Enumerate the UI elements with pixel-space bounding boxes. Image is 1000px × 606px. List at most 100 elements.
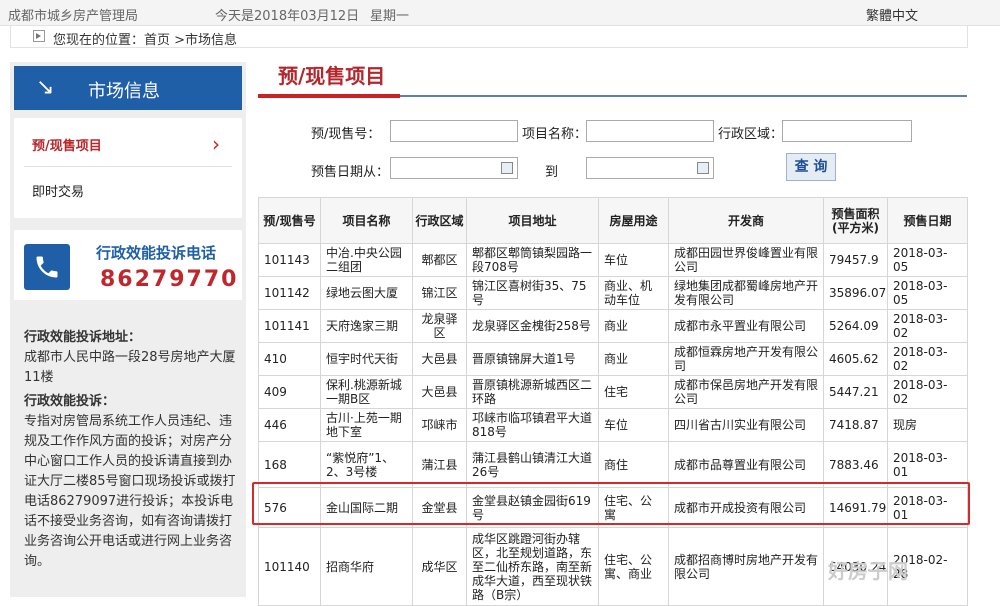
table-cell: 大邑县 — [412, 375, 467, 409]
sidebar: ↘ 市场信息 预/现售项目 › 即时交易 行政效能投诉电话 86279770 行… — [10, 62, 246, 597]
table-cell[interactable]: 古川·上苑一期地下室 — [320, 408, 413, 442]
table-cell: 4605.62 — [823, 342, 888, 376]
table-cell: 2018-03-02 — [887, 342, 968, 376]
table-cell: 商住 — [598, 441, 669, 488]
table-cell: 2018-03-01 — [887, 441, 968, 488]
table-cell: 车位 — [598, 243, 669, 277]
table-cell: 2018-03-05 — [887, 276, 968, 310]
table-cell: 锦江区喜树街35、75号 — [466, 276, 599, 310]
table-cell: 成都田园世界俊峰置业有限公司 — [668, 243, 824, 277]
table-row[interactable]: 446 古川·上苑一期地下室 邛崃市 邛崃市临邛镇君平大道818号 车位 四川省古川实业有… — [258, 408, 968, 442]
table-cell: 成都市保邑房地产开发有限公司 — [668, 375, 824, 409]
highlight-box — [252, 482, 970, 525]
table-cell: 101140 — [258, 527, 321, 606]
sidebar-menu: 预/现售项目 › 即时交易 — [14, 118, 242, 218]
table-cell: 四川省古川实业有限公司 — [668, 408, 824, 442]
complaint-heading: 行政效能投诉： — [24, 394, 116, 409]
column-header: 预/现售号 — [258, 197, 321, 244]
table-cell: 成都恒霖房地产开发有限公司 — [668, 342, 824, 376]
table-cell[interactable]: “紫悦府”1、2、3号楼 — [320, 441, 413, 488]
table-cell[interactable]: 招商华府 — [320, 527, 413, 606]
table-row[interactable]: 409 保利.桃源新城一期B区 大邑县 晋原镇桃源新城西区二环路 住宅 成都市保邑房地产开… — [258, 375, 968, 409]
breadcrumb-text: 您现在的位置：首页 >市场信息 — [53, 33, 238, 48]
table-cell: 邛崃市 — [412, 408, 467, 442]
current-weekday: 星期一 — [370, 9, 410, 24]
column-header: 预售日期 — [887, 197, 968, 244]
table-row[interactable]: 410 恒宇时代天街 大邑县 晋原镇锦屏大道1号 商业 成都恒霖房地产开发有限公司 4605… — [258, 342, 968, 376]
date-to-label: 到 — [545, 165, 559, 180]
date-to-input[interactable] — [586, 157, 714, 179]
sidebar-item-label: 即时交易 — [32, 185, 85, 200]
table-row[interactable]: 101143 中冶.中央公园二组团 郫都区 郫都区郫筒镇梨园路一段708号 车位 成都田园… — [258, 243, 968, 277]
table-row[interactable]: 168 “紫悦府”1、2、3号楼 蒲江县 蒲江县鹤山镇清江大道26号 商住 成都市品尊置业… — [258, 441, 968, 488]
sidebar-header: ↘ 市场信息 — [14, 66, 242, 110]
table-row[interactable]: 101141 天府逸家三期 龙泉驿区 龙泉驿区金槐街258号 商业 成都市永平置业有限公司… — [258, 309, 968, 343]
table-cell: 晋原镇锦屏大道1号 — [466, 342, 599, 376]
table-cell: 锦江区 — [412, 276, 467, 310]
table-cell[interactable]: 天府逸家三期 — [320, 309, 413, 343]
table-cell[interactable]: 绿地云图大厦 — [320, 276, 413, 310]
calendar-icon[interactable] — [501, 162, 513, 174]
calendar-icon[interactable] — [697, 162, 709, 174]
table-cell: 2018-03-02 — [887, 309, 968, 343]
district-input[interactable] — [782, 120, 912, 142]
presale-table: 预/现售号 项目名称 行政区域 项目地址 房屋用途 开发商 预售面积(平方米) … — [258, 197, 968, 606]
phone-title: 行政效能投诉电话 — [96, 244, 217, 262]
current-date: 今天是2018年03月12日 — [215, 9, 360, 24]
table-cell: 车位 — [598, 408, 669, 442]
address-heading: 行政效能投诉地址： — [24, 330, 142, 345]
table-cell: 168 — [258, 441, 321, 488]
column-header: 开发商 — [668, 197, 824, 244]
table-cell: 79457.9 — [823, 243, 888, 277]
district-label: 行政区域： — [718, 127, 784, 142]
phone-icon — [24, 244, 70, 290]
menu-divider — [24, 166, 232, 167]
site-name: 成都市城乡房产管理局 — [8, 9, 139, 24]
date-from-label: 预售日期从： — [311, 165, 390, 180]
table-cell: 住宅、公寓、商业 — [598, 527, 669, 606]
table-cell: 住宅 — [598, 375, 669, 409]
table-cell: 成都市永平置业有限公司 — [668, 309, 824, 343]
column-header: 项目地址 — [466, 197, 599, 244]
address-text: 成都市人民中路一段28号房地产大厦11楼 — [24, 350, 236, 385]
top-bar: 成都市城乡房产管理局 今天是2018年03月12日 星期一 繁體中文 — [0, 0, 1000, 26]
date-from-input[interactable] — [390, 157, 518, 179]
table-cell: 龙泉驿区金槐街258号 — [466, 309, 599, 343]
table-cell: 商业 — [598, 309, 669, 343]
table-cell: 2018-03-02 — [887, 375, 968, 409]
table-cell: 龙泉驿区 — [412, 309, 467, 343]
table-cell: 成华区跳蹬河街办辖区，北至规划道路，东至二仙桥东路，南至新成华大道，西至现状铁路… — [466, 527, 599, 606]
complaint-info: 行政效能投诉地址： 成都市人民中路一段28号房地产大厦11楼 行政效能投诉： 专… — [24, 324, 238, 572]
sidebar-item-presale-projects[interactable]: 预/现售项目 › — [14, 122, 242, 168]
table-cell: 商业、机动车位 — [598, 276, 669, 310]
presale-no-input[interactable] — [390, 120, 518, 142]
sidebar-item-instant-trades[interactable]: 即时交易 — [14, 168, 242, 214]
table-cell: 现房 — [887, 408, 968, 442]
table-cell: 5264.09 — [823, 309, 888, 343]
arrow-down-right-icon: ↘ — [36, 75, 55, 100]
table-row[interactable]: 101142 绿地云图大厦 锦江区 锦江区喜树街35、75号 商业、机动车位 绿地集团成都… — [258, 276, 968, 310]
table-cell: 101141 — [258, 309, 321, 343]
table-cell: 35896.07 — [823, 276, 888, 310]
column-header: 预售面积(平方米) — [823, 197, 888, 244]
table-cell: 成都招商博时房地产开发有限公司 — [668, 527, 824, 606]
project-name-label: 项目名称： — [522, 127, 588, 142]
table-cell[interactable]: 恒宇时代天街 — [320, 342, 413, 376]
column-header: 房屋用途 — [598, 197, 669, 244]
table-cell[interactable]: 保利.桃源新城一期B区 — [320, 375, 413, 409]
sidebar-item-label: 预/现售项目 — [32, 139, 102, 154]
table-cell: 101143 — [258, 243, 321, 277]
table-header-row: 预/现售号 项目名称 行政区域 项目地址 房屋用途 开发商 预售面积(平方米) … — [258, 197, 968, 244]
table-cell: 蒲江县 — [412, 441, 467, 488]
breadcrumb: 您现在的位置：首页 >市场信息 — [10, 26, 968, 48]
traditional-chinese-link[interactable]: 繁體中文 — [866, 5, 918, 24]
project-name-input[interactable] — [586, 120, 714, 142]
query-button[interactable]: 查 询 — [786, 153, 836, 181]
table-cell: 446 — [258, 408, 321, 442]
table-cell: 成都市品尊置业有限公司 — [668, 441, 824, 488]
table-cell: 成华区 — [412, 527, 467, 606]
table-cell: 邛崃市临邛镇君平大道818号 — [466, 408, 599, 442]
table-cell: 晋原镇桃源新城西区二环路 — [466, 375, 599, 409]
table-cell[interactable]: 中冶.中央公园二组团 — [320, 243, 413, 277]
complaint-text: 专指对房管局系统工作人员违纪、违规及工作作风方面的投诉；对房产分中心窗口工作人员… — [24, 414, 236, 569]
